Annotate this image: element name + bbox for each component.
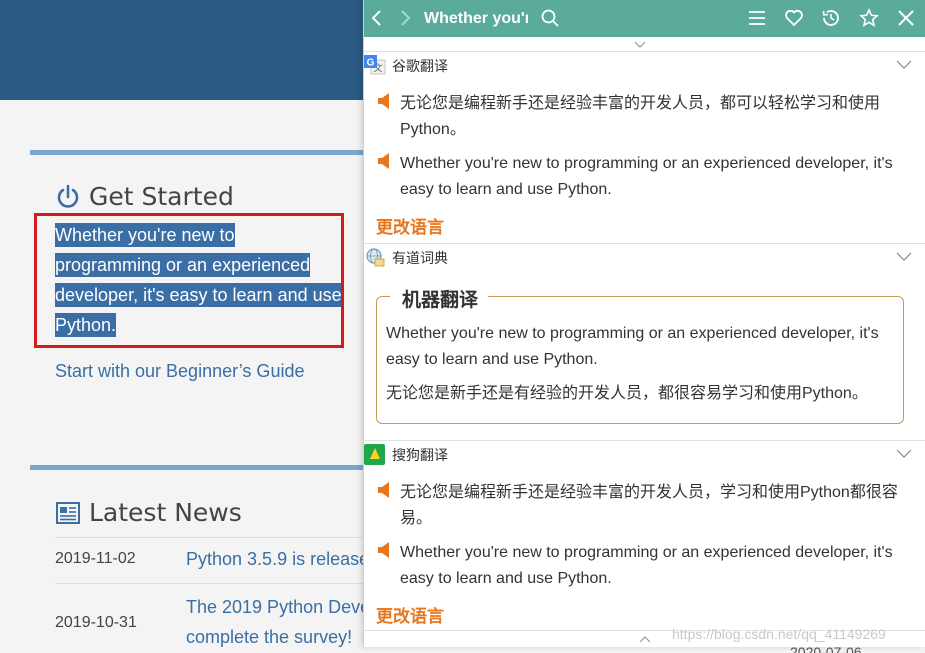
- sogou-section-header[interactable]: 搜狗翻译: [364, 440, 925, 466]
- youdao-dict-label: 有道词典: [392, 250, 448, 266]
- news-title-link-line2[interactable]: complete the survey!: [186, 622, 386, 652]
- sogou-translate-icon: [364, 444, 385, 465]
- beginners-guide-link[interactable]: Start with our Beginner’s Guide: [55, 361, 304, 382]
- section-divider: [30, 150, 370, 155]
- forward-icon[interactable]: [395, 8, 415, 28]
- speaker-icon[interactable]: [378, 153, 390, 169]
- news-title-link[interactable]: The 2019 Python Developer: [186, 592, 386, 622]
- news-divider: [55, 583, 375, 584]
- sogou-en-source: Whether you're new to programming or an …: [400, 544, 893, 587]
- chevron-down-icon[interactable]: [896, 449, 912, 458]
- news-divider: [55, 537, 375, 538]
- star-icon[interactable]: [859, 8, 879, 28]
- speaker-icon[interactable]: [378, 542, 390, 558]
- news-title-link[interactable]: Python 3.5.9 is released: [186, 544, 386, 574]
- google-translate-label: 谷歌翻译: [392, 58, 448, 74]
- youdao-section-header[interactable]: 有道词典: [364, 243, 925, 269]
- collapse-up-icon[interactable]: [634, 41, 646, 48]
- youdao-en-source: Whether you're new to programming or an …: [386, 325, 879, 368]
- watermark: https://blog.csdn.net/qq_41149269: [672, 626, 886, 642]
- get-started-heading: Get Started: [55, 182, 234, 211]
- news-date: 2019-11-02: [55, 550, 136, 567]
- change-language-link[interactable]: 更改语言: [376, 602, 444, 627]
- speaker-icon[interactable]: [378, 93, 390, 109]
- latest-news-title: Latest News: [89, 498, 242, 527]
- speaker-icon[interactable]: [378, 482, 390, 498]
- youdao-dict-icon: [366, 248, 385, 267]
- highlight-box: [34, 213, 344, 348]
- heart-icon[interactable]: [784, 8, 804, 28]
- svg-text:G: G: [367, 58, 375, 69]
- machine-translation-label: 机器翻译: [390, 285, 489, 312]
- google-section-header[interactable]: 文 G 谷歌翻译: [364, 51, 925, 77]
- close-icon[interactable]: [896, 8, 916, 28]
- history-icon[interactable]: [821, 8, 841, 28]
- power-icon: [57, 184, 79, 208]
- translation-panel: Whether you'r 文 G 谷歌翻译 无论您是编程新手还是经验丰富的开发…: [363, 0, 925, 647]
- latest-news-heading: Latest News: [55, 498, 242, 527]
- menu-icon[interactable]: [747, 8, 767, 28]
- get-started-title: Get Started: [89, 182, 234, 211]
- google-translate-icon: 文 G: [364, 55, 386, 75]
- chevron-down-icon[interactable]: [896, 60, 912, 69]
- chevron-down-icon[interactable]: [896, 252, 912, 261]
- back-icon[interactable]: [367, 8, 387, 28]
- collapse-down-icon[interactable]: [639, 636, 651, 643]
- panel-toolbar: Whether you'r: [364, 0, 925, 37]
- youdao-zh-translation: 无论您是新手还是有经验的开发人员，都很容易学习和使用Python。: [386, 385, 868, 402]
- sogou-translate-label: 搜狗翻译: [392, 447, 448, 463]
- search-icon[interactable]: [540, 8, 560, 28]
- change-language-link[interactable]: 更改语言: [376, 213, 444, 238]
- google-en-source: Whether you're new to programming or an …: [400, 155, 893, 198]
- news-date: 2019-10-31: [55, 614, 137, 631]
- google-zh-translation: 无论您是编程新手还是经验丰富的开发人员，都可以轻松学习和使用Python。: [400, 95, 881, 138]
- newspaper-icon: [56, 501, 80, 524]
- section-divider: [30, 465, 370, 470]
- sogou-zh-translation: 无论您是编程新手还是经验丰富的开发人员，学习和使用Python都很容易。: [400, 484, 898, 527]
- search-query[interactable]: Whether you'r: [424, 10, 528, 28]
